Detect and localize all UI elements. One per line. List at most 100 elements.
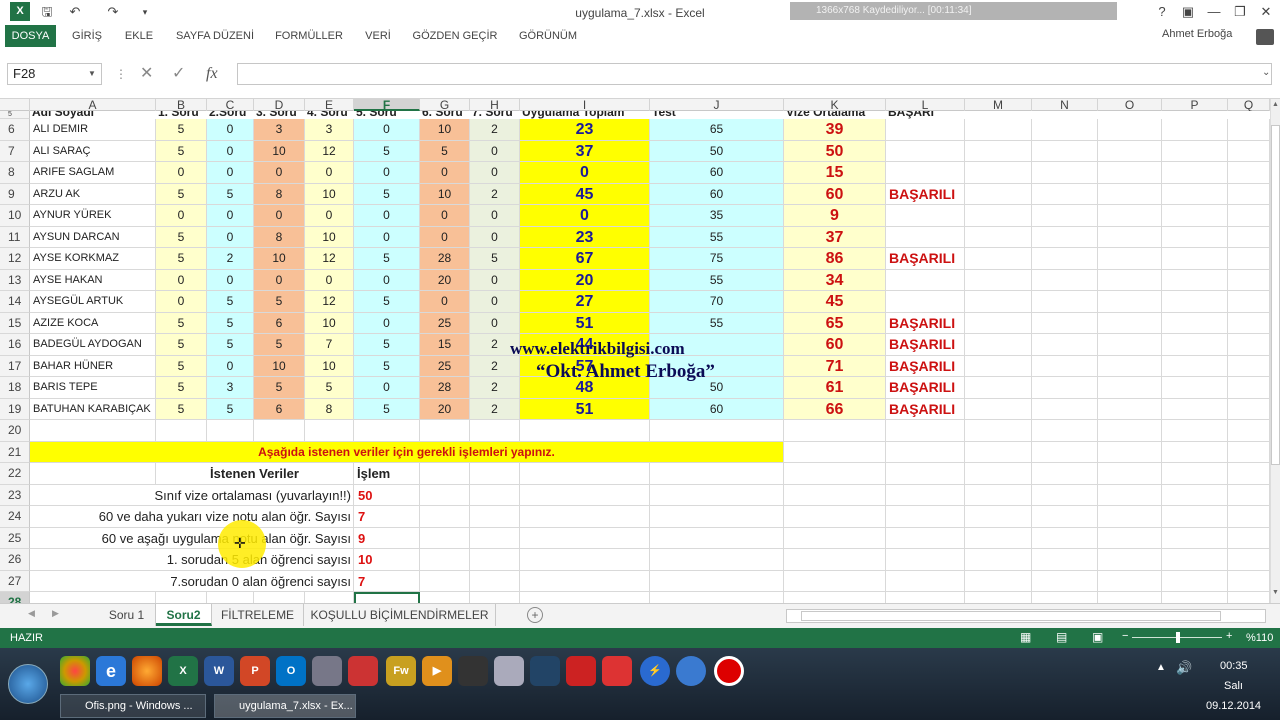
score-cell[interactable]: 5 (354, 398, 420, 420)
status-cell[interactable]: BAŞARILI (886, 183, 965, 205)
empty-cell[interactable] (420, 420, 470, 442)
status-cell[interactable]: BAŞARILI (886, 248, 965, 270)
empty-cell[interactable] (1032, 205, 1098, 227)
empty-cell[interactable] (1032, 441, 1098, 463)
empty-cell[interactable] (520, 527, 650, 549)
score-cell[interactable]: 0 (354, 269, 420, 291)
name-cell[interactable]: ALI DEMIR (30, 119, 156, 141)
normal-view-icon[interactable]: ▦ (1020, 630, 1031, 644)
status-cell[interactable]: BAŞARILI (886, 334, 965, 356)
empty-cell[interactable] (1228, 140, 1270, 162)
score-cell[interactable]: 25 (420, 312, 470, 334)
empty-cell[interactable] (784, 527, 886, 549)
row-header[interactable]: 27 (0, 570, 30, 592)
score-cell[interactable]: 0 (207, 355, 254, 377)
total-cell[interactable]: 0 (520, 162, 650, 184)
empty-cell[interactable] (470, 527, 520, 549)
empty-cell[interactable] (784, 441, 886, 463)
empty-cell[interactable] (1162, 441, 1228, 463)
empty-cell[interactable] (965, 355, 1032, 377)
empty-cell[interactable] (650, 592, 784, 603)
score-cell[interactable]: 0 (207, 119, 254, 141)
score-cell[interactable]: 0 (207, 226, 254, 248)
score-cell[interactable]: 8 (254, 183, 305, 205)
empty-cell[interactable] (650, 420, 784, 442)
empty-cell[interactable] (965, 506, 1032, 528)
average-cell[interactable]: 71 (784, 355, 886, 377)
excel-taskbar-icon[interactable]: X (168, 656, 198, 686)
score-cell[interactable]: 0 (420, 205, 470, 227)
score-cell[interactable]: 5 (354, 183, 420, 205)
score-cell[interactable]: 5 (156, 377, 207, 399)
score-cell[interactable]: 3 (254, 119, 305, 141)
zoom-out-icon[interactable]: − (1122, 630, 1128, 642)
empty-cell[interactable] (886, 549, 965, 571)
empty-cell[interactable] (1098, 312, 1162, 334)
status-cell[interactable] (886, 140, 965, 162)
score-cell[interactable]: 28 (420, 248, 470, 270)
empty-cell[interactable] (1228, 291, 1270, 313)
score-cell[interactable]: 28 (420, 377, 470, 399)
empty-cell[interactable] (1228, 119, 1270, 141)
name-cell[interactable]: ARZU AK (30, 183, 156, 205)
average-cell[interactable]: 66 (784, 398, 886, 420)
active-cell-f28[interactable] (354, 592, 420, 603)
name-cell[interactable]: BARIS TEPE (30, 377, 156, 399)
operation-header[interactable]: İşlem (354, 463, 420, 485)
score-cell[interactable]: 0 (420, 291, 470, 313)
score-cell[interactable]: 0 (354, 162, 420, 184)
score-cell[interactable]: 10 (254, 355, 305, 377)
empty-cell[interactable] (1098, 377, 1162, 399)
empty-cell[interactable] (1228, 183, 1270, 205)
name-cell[interactable]: AZIZE KOCA (30, 312, 156, 334)
score-cell[interactable]: 0 (207, 269, 254, 291)
clock-day[interactable]: Salı (1224, 680, 1243, 692)
empty-cell[interactable] (1162, 463, 1228, 485)
empty-cell[interactable] (1162, 355, 1228, 377)
page-break-view-icon[interactable]: ▣ (1092, 630, 1103, 644)
test-cell[interactable]: 65 (650, 119, 784, 141)
empty-cell[interactable] (965, 463, 1032, 485)
status-cell[interactable] (886, 162, 965, 184)
empty-cell[interactable] (886, 592, 965, 603)
score-cell[interactable]: 0 (470, 162, 520, 184)
row-header[interactable]: 25 (0, 527, 30, 549)
test-cell[interactable]: 60 (650, 183, 784, 205)
score-cell[interactable]: 0 (420, 162, 470, 184)
empty-cell[interactable] (965, 441, 1032, 463)
score-cell[interactable]: 2 (470, 377, 520, 399)
empty-cell[interactable] (886, 506, 965, 528)
status-cell[interactable]: BAŞARILI (886, 377, 965, 399)
average-cell[interactable]: 65 (784, 312, 886, 334)
score-cell[interactable]: 0 (156, 162, 207, 184)
empty-cell[interactable] (965, 140, 1032, 162)
sheet-tab-soru2[interactable]: Soru2 (156, 604, 212, 626)
start-button-icon[interactable] (8, 664, 48, 704)
score-cell[interactable]: 5 (207, 291, 254, 313)
score-cell[interactable]: 0 (470, 291, 520, 313)
empty-cell[interactable] (1228, 248, 1270, 270)
name-cell[interactable]: AYSE KORKMAZ (30, 248, 156, 270)
row-header[interactable]: 18 (0, 377, 30, 399)
tray-arrow-icon[interactable]: ▲ (1156, 662, 1166, 673)
empty-cell[interactable] (420, 484, 470, 506)
empty-cell[interactable] (1228, 484, 1270, 506)
empty-cell[interactable] (1162, 183, 1228, 205)
average-cell[interactable]: 39 (784, 119, 886, 141)
powerpoint-icon[interactable]: P (240, 656, 270, 686)
question-cell[interactable]: 60 ve daha yukarı vize notu alan öğr. Sa… (30, 506, 354, 528)
score-cell[interactable]: 10 (254, 248, 305, 270)
test-cell[interactable]: 60 (650, 162, 784, 184)
row-header[interactable]: 28 (0, 592, 30, 603)
row-header[interactable]: 23 (0, 484, 30, 506)
question-cell[interactable]: Sınıf vize ortalaması (yuvarlayın!!) (30, 484, 354, 506)
empty-cell[interactable] (1162, 334, 1228, 356)
empty-cell[interactable] (354, 420, 420, 442)
restore-button[interactable]: ❐ (1228, 2, 1252, 22)
app-icon-6[interactable] (566, 656, 596, 686)
question-cell[interactable]: 60 ve aşağı uygulama notu alan öğr. Sayı… (30, 527, 354, 549)
total-cell[interactable]: 23 (520, 119, 650, 141)
score-cell[interactable]: 0 (156, 291, 207, 313)
horizontal-scrollbar[interactable] (786, 609, 1266, 623)
score-cell[interactable]: 3 (207, 377, 254, 399)
